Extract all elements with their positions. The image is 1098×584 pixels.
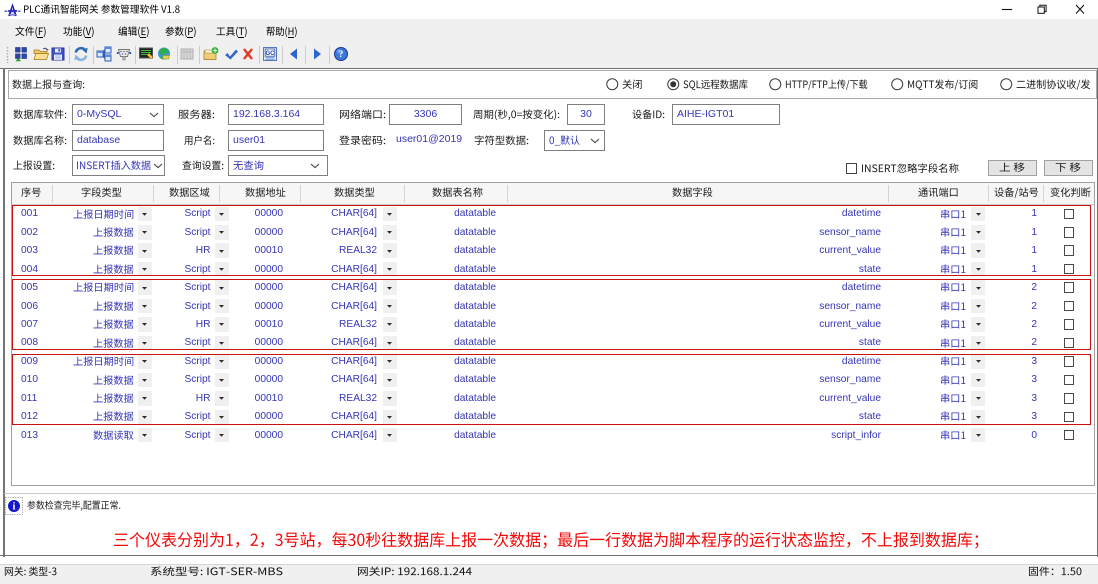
svg-text:GC: GC bbox=[266, 51, 276, 57]
svg-text:?: ? bbox=[338, 50, 343, 60]
svg-text:i: i bbox=[13, 501, 16, 512]
